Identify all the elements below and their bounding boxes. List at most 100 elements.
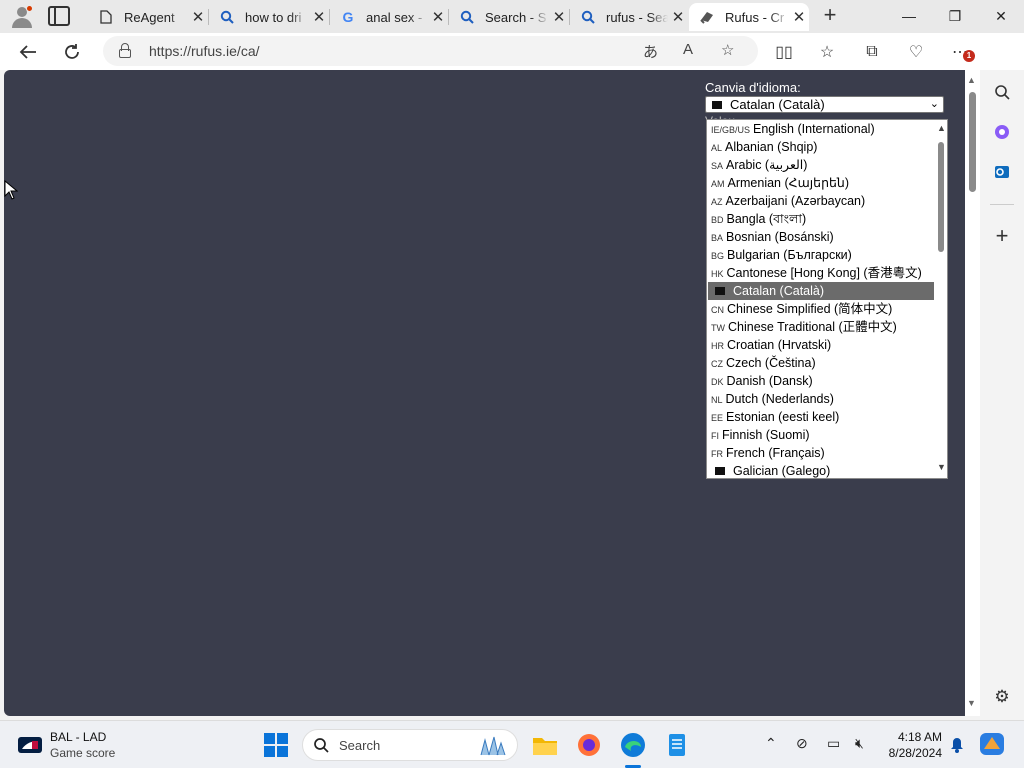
language-option[interactable]: TW Chinese Traditional (正體中文) xyxy=(708,318,934,336)
scroll-down-icon[interactable]: ▼ xyxy=(937,462,946,472)
outlook-icon[interactable] xyxy=(990,160,1014,184)
system-clock[interactable]: 4:18 AM 8/28/2024 xyxy=(884,729,942,761)
network-offline-icon[interactable]: ⊘ xyxy=(796,735,808,752)
language-label: Canvia d'idioma: xyxy=(705,80,801,95)
language-option[interactable]: DK Danish (Dansk) xyxy=(708,372,934,390)
tab-title: Search - S xyxy=(485,9,547,25)
close-icon[interactable]: ✕ xyxy=(309,8,329,26)
copilot-taskbar-icon[interactable] xyxy=(980,733,1004,755)
add-icon[interactable]: + xyxy=(990,223,1014,248)
google-icon: G xyxy=(342,9,354,25)
language-option[interactable]: HK Cantonese [Hong Kong] (香港粵文) xyxy=(708,264,934,282)
selected-language: Catalan (Català) xyxy=(730,97,825,112)
refresh-button[interactable] xyxy=(58,38,86,66)
tab-title: anal sex - xyxy=(366,9,423,25)
edge-sidebar: + ⚙ xyxy=(980,70,1024,716)
flag-icon xyxy=(715,286,725,295)
close-icon[interactable]: ✕ xyxy=(549,8,569,26)
taskbar-search[interactable]: Search xyxy=(302,729,518,761)
lock-icon[interactable] xyxy=(119,43,131,58)
widget-subtitle: Game score xyxy=(50,746,116,760)
language-dropdown[interactable]: IE/GB/US English (International) AL Albani… xyxy=(706,119,948,479)
language-option[interactable]: AL Albanian (Shqip) xyxy=(708,138,934,156)
tab-search[interactable]: Search - S ✕ xyxy=(449,3,569,31)
language-option[interactable]: SA Arabic (العربية) xyxy=(708,156,934,174)
scroll-down-icon[interactable]: ▼ xyxy=(967,698,976,708)
widget-title: BAL - LAD xyxy=(50,730,107,744)
page-scrollbar[interactable]: ▲ ▼ xyxy=(965,70,980,716)
display-icon[interactable]: ▭ xyxy=(827,735,840,752)
language-option[interactable]: BA Bosnian (Bosánski) xyxy=(708,228,934,246)
language-option[interactable]: IE/GB/US English (International) xyxy=(708,120,934,138)
profile-icon[interactable] xyxy=(8,4,36,30)
language-option[interactable]: Galician (Galego) xyxy=(708,462,934,478)
notification-bell-icon[interactable] xyxy=(950,737,964,753)
search-placeholder: Search xyxy=(339,738,381,753)
close-icon[interactable]: ✕ xyxy=(428,8,448,26)
flag-icon xyxy=(712,100,722,109)
rufus-icon xyxy=(699,9,715,25)
settings-gear-icon[interactable]: ⚙ xyxy=(990,685,1014,709)
scroll-up-icon[interactable]: ▲ xyxy=(937,123,946,133)
language-option[interactable]: AM Armenian (Հայերեն) xyxy=(708,174,934,192)
flag-icon xyxy=(715,466,725,475)
mlb-logo-icon xyxy=(18,737,42,753)
tab-title: Rufus - Cr xyxy=(725,9,785,25)
tab-actions-icon[interactable] xyxy=(48,6,70,26)
search-icon[interactable] xyxy=(990,80,1014,104)
restore-button[interactable]: ❐ xyxy=(932,0,978,32)
language-select[interactable]: Catalan (Català) ⌄ xyxy=(705,96,944,113)
close-window-button[interactable]: ✕ xyxy=(978,0,1024,32)
volume-muted-icon[interactable]: 🔇︎ xyxy=(855,735,864,752)
scroll-up-icon[interactable]: ▲ xyxy=(967,75,976,85)
minimize-button[interactable]: — xyxy=(886,0,932,32)
language-option[interactable]: EE Estonian (eesti keel) xyxy=(708,408,934,426)
language-option[interactable]: FI Finnish (Suomi) xyxy=(708,426,934,444)
language-option[interactable]: AZ Azerbaijani (Azərbaycan) xyxy=(708,192,934,210)
browser-essentials-icon[interactable]: ♡ xyxy=(904,40,928,64)
favorite-star-icon[interactable]: ☆ xyxy=(721,41,734,59)
translate-icon[interactable]: あ xyxy=(643,41,658,62)
language-option[interactable]: FR French (Français) xyxy=(708,444,934,462)
tab-rufus-active[interactable]: Rufus - Cr ✕ xyxy=(689,3,809,31)
tab-title: rufus - Sea xyxy=(606,9,668,25)
close-icon[interactable]: ✕ xyxy=(789,8,809,26)
close-icon[interactable]: ✕ xyxy=(188,8,208,26)
tab-rufus-search[interactable]: rufus - Sea ✕ xyxy=(570,3,688,31)
favorites-icon[interactable]: ☆ xyxy=(815,40,839,64)
search-highlight-icon xyxy=(480,736,506,756)
start-button[interactable] xyxy=(264,733,288,757)
tab-strip: ReAgent ✕ how to dri ✕ G anal sex - ✕ Se… xyxy=(0,0,1024,33)
address-bar[interactable]: https://rufus.ie/ca/ あ A ☆ xyxy=(103,36,758,66)
scroll-thumb[interactable] xyxy=(969,92,976,192)
file-explorer-icon[interactable] xyxy=(531,731,559,759)
dropdown-scrollbar[interactable]: ▲ ▼ xyxy=(935,120,947,478)
notification-badge: 1 xyxy=(963,50,975,62)
firefox-icon[interactable] xyxy=(575,731,603,759)
language-option[interactable]: CN Chinese Simplified (简体中文) xyxy=(708,300,934,318)
language-option[interactable]: BG Bulgarian (Български) xyxy=(708,246,934,264)
url-text[interactable]: https://rufus.ie/ca/ xyxy=(149,43,260,59)
language-option[interactable]: HR Croatian (Hrvatski) xyxy=(708,336,934,354)
tab-google[interactable]: G anal sex - ✕ xyxy=(330,3,448,31)
language-option[interactable]: BD Bangla (বাংলা) xyxy=(708,210,934,228)
notepad-icon[interactable] xyxy=(663,731,691,759)
language-option[interactable]: CZ Czech (Čeština) xyxy=(708,354,934,372)
back-button[interactable] xyxy=(14,38,42,66)
copilot-apps-icon[interactable] xyxy=(990,120,1014,144)
tab-how-to[interactable]: how to dri ✕ xyxy=(209,3,329,31)
new-tab-button[interactable]: + xyxy=(818,4,842,28)
search-icon xyxy=(459,9,475,25)
split-screen-icon[interactable]: ▯▯ xyxy=(772,40,796,64)
close-icon[interactable]: ✕ xyxy=(668,8,688,26)
read-aloud-icon[interactable]: A xyxy=(683,41,693,58)
collections-icon[interactable]: ⧉ xyxy=(860,40,884,64)
address-toolbar: https://rufus.ie/ca/ あ A ☆ ▯▯ ☆ ⧉ ♡ ⋯ xyxy=(0,33,1024,95)
language-option[interactable]: NL Dutch (Nederlands) xyxy=(708,390,934,408)
scroll-thumb[interactable] xyxy=(938,142,944,252)
tab-reagent[interactable]: ReAgent ✕ xyxy=(88,3,208,31)
language-option-selected[interactable]: Catalan (Català) xyxy=(708,282,934,300)
chevron-up-icon[interactable]: ⌃ xyxy=(765,735,777,752)
sports-widget[interactable]: BAL - LAD Game score xyxy=(18,729,138,761)
edge-browser-icon[interactable] xyxy=(619,731,647,759)
